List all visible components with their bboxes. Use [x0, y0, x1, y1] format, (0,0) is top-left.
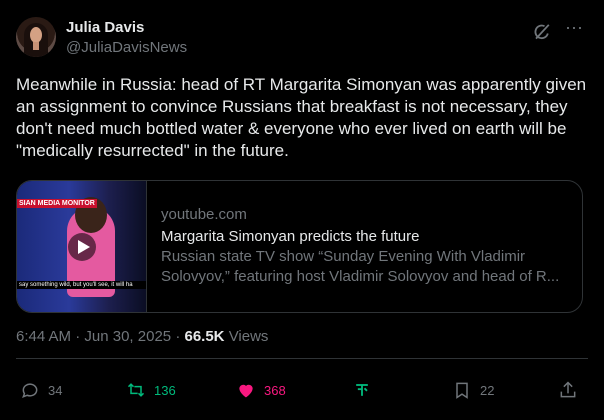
- divider: [16, 358, 588, 359]
- grok-analytics-icon: [356, 384, 368, 396]
- share-icon: [560, 381, 576, 398]
- tweet-date[interactable]: Jun 30, 2025: [84, 328, 171, 345]
- action-bar: 34 136 368 22: [16, 374, 588, 406]
- tweet-text: Meanwhile in Russia: head of RT Margarit…: [16, 75, 587, 160]
- tweet-time[interactable]: 6:44 AM: [16, 328, 71, 345]
- reply-count: 34: [48, 382, 63, 398]
- link-card[interactable]: SIAN MEDIA MONITOR say something wild, b…: [16, 180, 583, 313]
- author-name[interactable]: Julia Davis: [66, 19, 144, 36]
- tweet-meta: 6:44 AM · Jun 30, 2025 · 66.5K Views: [16, 328, 268, 345]
- card-description: Russian state TV show “Sunday Evening Wi…: [161, 248, 560, 285]
- tweet-header: Julia Davis @JuliaDavisNews ···: [16, 14, 588, 62]
- card-domain: youtube.com: [161, 206, 247, 223]
- meta-separator: ·: [175, 328, 181, 345]
- card-title[interactable]: Margarita Simonyan predicts the future: [161, 227, 573, 247]
- heart-icon: [239, 384, 253, 398]
- retweet-count: 136: [154, 382, 176, 398]
- meta-separator: ·: [75, 328, 81, 345]
- grok-analytics-button[interactable]: [352, 374, 380, 406]
- reply-button[interactable]: 34: [20, 374, 62, 406]
- reply-icon: [22, 383, 38, 398]
- share-button[interactable]: [558, 374, 586, 406]
- more-icon[interactable]: ···: [564, 18, 584, 40]
- bookmark-count: 22: [480, 382, 495, 398]
- bookmark-button[interactable]: 22: [452, 374, 494, 406]
- video-thumbnail[interactable]: SIAN MEDIA MONITOR say something wild, b…: [17, 181, 147, 312]
- card-body: youtube.com Margarita Simonyan predicts …: [161, 205, 573, 287]
- play-icon[interactable]: [68, 233, 96, 261]
- author-handle[interactable]: @JuliaDavisNews: [66, 39, 187, 56]
- retweet-button[interactable]: 136: [126, 374, 176, 406]
- like-count: 368: [264, 382, 286, 398]
- retweet-icon: [127, 383, 145, 397]
- thumbnail-top-text: SIAN MEDIA MONITOR: [17, 199, 97, 208]
- thumbnail-bottom-text: say something wild, but you'll see, it w…: [17, 281, 146, 289]
- views-count: 66.5K: [184, 328, 225, 345]
- like-button[interactable]: 368: [236, 374, 286, 406]
- bookmark-icon: [456, 382, 468, 399]
- avatar[interactable]: [16, 17, 56, 57]
- grok-icon[interactable]: [532, 22, 552, 42]
- views-label: Views: [228, 328, 269, 345]
